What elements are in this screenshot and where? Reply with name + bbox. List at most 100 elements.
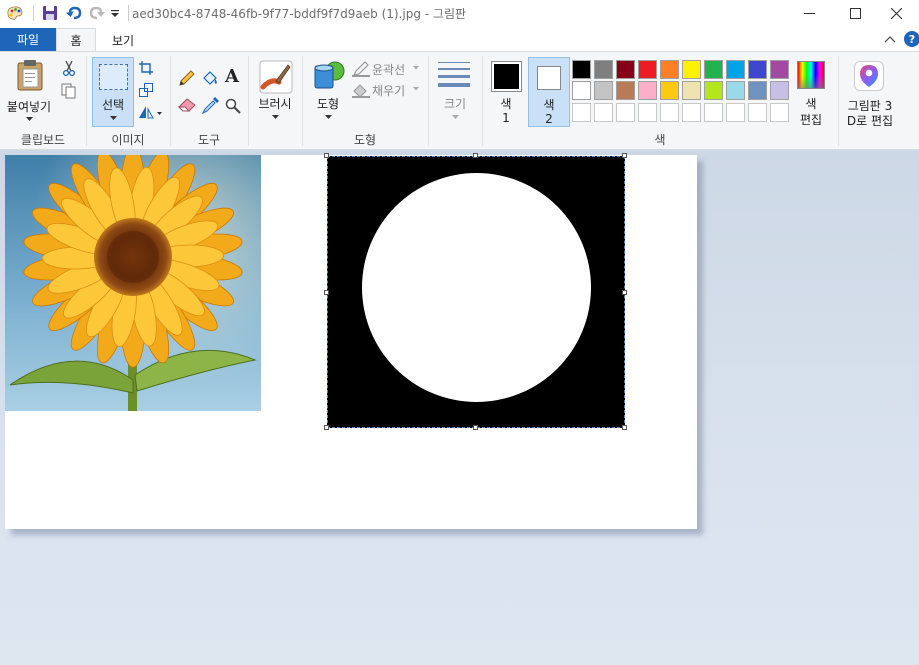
pencil-icon[interactable]: [178, 70, 195, 87]
custom-color-slot[interactable]: [638, 103, 657, 122]
paint-app-icon: [7, 6, 23, 20]
brush-icon: [259, 60, 293, 94]
close-icon: [890, 8, 902, 19]
tab-home[interactable]: 홈: [56, 28, 96, 52]
palette-swatch[interactable]: [616, 81, 635, 100]
resize-handle[interactable]: [473, 425, 478, 430]
palette-swatch[interactable]: [726, 81, 745, 100]
help-button[interactable]: ?: [904, 31, 919, 47]
chevron-down-icon: [26, 117, 33, 121]
palette-swatch[interactable]: [748, 81, 767, 100]
tab-file[interactable]: 파일: [0, 28, 56, 51]
paste-icon: [17, 60, 43, 91]
custom-color-slot[interactable]: [572, 103, 591, 122]
paint3d-icon: [854, 61, 884, 91]
cut-icon[interactable]: [61, 60, 77, 76]
shapes-button[interactable]: 도형: [308, 57, 348, 127]
collapse-ribbon-icon[interactable]: [884, 34, 896, 44]
magnifier-icon[interactable]: [225, 98, 241, 114]
edit-colors-button[interactable]: 색 편집: [792, 57, 830, 127]
resize-handle[interactable]: [473, 153, 478, 158]
edit-with-paint3d-button[interactable]: 그림판 3 D로 편집: [842, 57, 898, 129]
resize-handle[interactable]: [324, 425, 329, 430]
resize-icon[interactable]: [139, 83, 153, 97]
color1-button[interactable]: 색 1: [487, 57, 525, 127]
brushes-button[interactable]: 브러시: [252, 57, 298, 127]
fill-dropdown[interactable]: 채우기: [352, 81, 422, 99]
group-divider: [838, 56, 839, 146]
chevron-down-icon: [325, 115, 332, 119]
color1-label-a: 색: [500, 97, 512, 111]
minimize-button[interactable]: [786, 0, 832, 27]
maximize-button[interactable]: [832, 0, 878, 27]
resize-handle[interactable]: [622, 425, 627, 430]
color-picker-icon[interactable]: [202, 97, 219, 114]
help-icon: ?: [908, 32, 916, 46]
outline-icon: [352, 61, 370, 77]
select-button[interactable]: 선택: [92, 57, 134, 127]
group-divider: [248, 56, 249, 146]
palette-swatch[interactable]: [572, 60, 591, 79]
resize-handle[interactable]: [622, 290, 627, 295]
resize-handle[interactable]: [324, 153, 329, 158]
image-group-label: 이미지: [111, 133, 145, 147]
paste-button[interactable]: 붙여넣기: [3, 56, 55, 128]
resize-handle[interactable]: [622, 153, 627, 158]
copy-icon[interactable]: [61, 83, 77, 99]
text-tool-icon[interactable]: A: [225, 66, 239, 87]
palette-swatch[interactable]: [594, 81, 613, 100]
palette-swatch[interactable]: [704, 60, 723, 79]
select-label: 선택: [101, 98, 125, 112]
fill-bucket-icon[interactable]: [201, 69, 219, 87]
fill-label: 채우기: [372, 84, 406, 98]
palette-swatch[interactable]: [726, 60, 745, 79]
custom-color-slot[interactable]: [682, 103, 701, 122]
canvas-workspace[interactable]: [0, 150, 919, 665]
chevron-down-icon: [110, 116, 117, 120]
redo-icon[interactable]: [89, 5, 105, 21]
fill-icon: [352, 84, 370, 98]
palette-swatch[interactable]: [638, 81, 657, 100]
eraser-icon[interactable]: [178, 97, 196, 113]
custom-color-slot[interactable]: [726, 103, 745, 122]
custom-color-slot[interactable]: [748, 103, 767, 122]
customize-qat-icon[interactable]: [110, 6, 120, 20]
custom-color-slot[interactable]: [660, 103, 679, 122]
palette-swatch[interactable]: [594, 60, 613, 79]
crop-icon[interactable]: [139, 61, 153, 75]
palette-swatch[interactable]: [682, 81, 701, 100]
size-label: 크기: [443, 97, 467, 111]
custom-color-slot[interactable]: [704, 103, 723, 122]
color1-swatch: [491, 61, 522, 92]
custom-color-slot[interactable]: [594, 103, 613, 122]
undo-icon[interactable]: [66, 5, 82, 21]
palette-swatch[interactable]: [638, 60, 657, 79]
palette-swatch[interactable]: [660, 81, 679, 100]
tools-group-label: 도구: [197, 133, 221, 147]
close-button[interactable]: [873, 0, 919, 27]
drawing-canvas[interactable]: [5, 153, 697, 529]
palette-swatch[interactable]: [682, 60, 701, 79]
palette-swatch[interactable]: [704, 81, 723, 100]
palette-swatch[interactable]: [770, 60, 789, 79]
tab-view[interactable]: 보기: [100, 29, 146, 51]
rotate-icon[interactable]: [138, 105, 162, 119]
palette-swatch[interactable]: [616, 60, 635, 79]
palette-swatch[interactable]: [770, 81, 789, 100]
size-icon: [438, 62, 470, 87]
custom-color-slot[interactable]: [770, 103, 789, 122]
palette-swatch[interactable]: [572, 81, 591, 100]
resize-handle[interactable]: [324, 290, 329, 295]
brushes-label: 브러시: [258, 97, 292, 111]
custom-color-slot[interactable]: [616, 103, 635, 122]
outline-dropdown[interactable]: 윤곽선: [352, 60, 422, 78]
edit-colors-label-a: 색: [805, 97, 817, 111]
size-button[interactable]: 크기: [432, 57, 478, 127]
selection-rectangle[interactable]: [324, 153, 627, 430]
save-icon[interactable]: [42, 5, 58, 21]
palette-swatch[interactable]: [660, 60, 679, 79]
color2-label-a: 색: [543, 98, 555, 112]
palette-swatch[interactable]: [748, 60, 767, 79]
color2-button[interactable]: 색 2: [528, 57, 570, 127]
color1-label-b: 1: [502, 111, 510, 125]
